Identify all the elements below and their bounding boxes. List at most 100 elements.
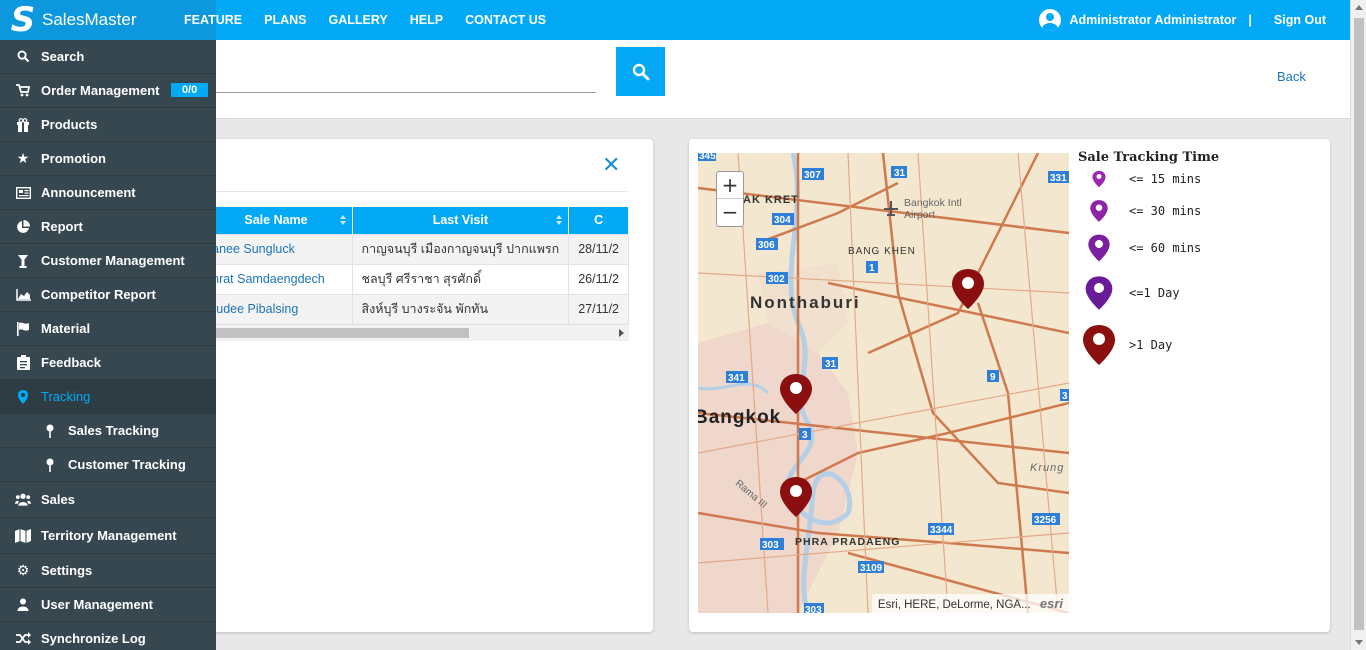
sale-name-cell[interactable]: rnrudee Pibalsing: [200, 293, 353, 325]
search-bar-area: Back: [216, 40, 1350, 119]
zoom-out-button[interactable]: −: [717, 199, 743, 226]
sidebar-item-sales[interactable]: Sales: [0, 482, 216, 518]
column-last-visit[interactable]: Last Visit: [352, 207, 570, 234]
sidebar-item-report[interactable]: Report: [0, 210, 216, 244]
scroll-up-arrow-icon[interactable]: [1355, 5, 1363, 10]
c-cell: 27/11/2: [568, 293, 629, 325]
c-cell: 26/11/2: [568, 263, 629, 295]
scrollbar-thumb[interactable]: [216, 328, 469, 338]
map-pin-icon: [1083, 325, 1115, 365]
scroll-right-arrow-icon[interactable]: [619, 329, 624, 337]
nav-gallery[interactable]: GALLERY: [328, 13, 387, 27]
legend-item: <= 60 mins: [1079, 233, 1201, 263]
user-avatar-icon: [1038, 9, 1061, 31]
gift-icon: [15, 117, 31, 133]
map-label-krung: Krung: [1030, 462, 1065, 474]
map-pin-icon: [1092, 170, 1106, 188]
scroll-down-arrow-icon[interactable]: [1355, 640, 1363, 645]
table-row[interactable]: pranee Sungluck กาญจนบุรี เมืองกาญจนบุรี…: [200, 233, 629, 265]
nav-plans[interactable]: PLANS: [264, 13, 306, 27]
scrollbar-thumb[interactable]: [1354, 18, 1364, 630]
sidebar-item-competitor-report[interactable]: Competitor Report: [0, 278, 216, 312]
svg-text:3109: 3109: [860, 563, 883, 574]
nav-contact-us[interactable]: CONTACT US: [465, 13, 546, 27]
close-icon[interactable]: ✕: [602, 153, 620, 178]
sidebar: Search Order Management 0/0 Products ★ P…: [0, 40, 216, 650]
sidebar-item-customer-management[interactable]: Customer Management: [0, 244, 216, 278]
sidebar-item-territory-management[interactable]: Territory Management: [0, 518, 216, 554]
zoom-in-button[interactable]: +: [717, 172, 743, 199]
sidebar-item-synchronize-log[interactable]: Synchronize Log: [0, 622, 216, 650]
back-link[interactable]: Back: [1277, 69, 1306, 84]
pin-icon: [42, 423, 58, 439]
column-sale-name[interactable]: Sale Name: [200, 207, 353, 234]
sidebar-item-user-management[interactable]: User Management: [0, 588, 216, 622]
sidebar-item-promotion[interactable]: ★ Promotion: [0, 142, 216, 176]
svg-text:307: 307: [804, 170, 821, 181]
nav-help[interactable]: HELP: [410, 13, 443, 27]
svg-text:9: 9: [990, 372, 996, 383]
nav-feature[interactable]: FEATURE: [184, 13, 242, 27]
sidebar-item-order-management[interactable]: Order Management 0/0: [0, 74, 216, 108]
sidebar-item-feedback[interactable]: Feedback: [0, 346, 216, 380]
divider: [216, 191, 627, 192]
sidebar-item-label: Competitor Report: [41, 287, 156, 302]
svg-text:306: 306: [758, 240, 775, 251]
svg-text:304: 304: [774, 215, 791, 226]
brand-name: SalesMaster: [42, 10, 137, 29]
clipboard-icon: [15, 355, 31, 371]
map-label-bangkok: Bangkok: [698, 407, 782, 428]
svg-text:302: 302: [768, 274, 785, 285]
user-icon: [15, 597, 31, 613]
sidebar-item-search[interactable]: Search: [0, 40, 216, 74]
sidebar-item-label: Sales Tracking: [68, 423, 160, 438]
tracking-map[interactable]: 345 307 31 331 304 306 1 302 31 9 341 3 …: [698, 153, 1069, 613]
last-visit-cell: กาญจนบุรี เมืองกาญจนบุรี ปากแพรก: [351, 233, 570, 265]
sidebar-item-label: Report: [41, 219, 83, 234]
sidebar-item-customer-tracking[interactable]: Customer Tracking: [0, 448, 216, 482]
map-label-bang-khen: BANG KHEN: [848, 246, 916, 257]
map-marker-day[interactable]: [778, 475, 814, 519]
sidebar-item-label: Feedback: [41, 355, 101, 370]
sort-icon[interactable]: [339, 215, 346, 225]
sale-name-cell[interactable]: ranrat Samdaengdech: [200, 263, 353, 295]
sidebar-item-label: Tracking: [41, 389, 91, 404]
legend-item: <= 15 mins: [1079, 170, 1201, 188]
last-visit-cell: ชลบุรี ศรีราชา สุรศักดิ์: [351, 263, 570, 295]
horizontal-scrollbar[interactable]: [216, 325, 629, 341]
map-icon: [15, 528, 31, 544]
sale-name-cell[interactable]: pranee Sungluck: [200, 233, 353, 265]
page-scrollbar[interactable]: [1350, 0, 1366, 650]
sidebar-item-label: Announcement: [41, 185, 136, 200]
attribution-text[interactable]: Esri, HERE, DeLorme, NGA...: [878, 599, 1031, 611]
map-label-ak-kret: AK KRET: [743, 194, 799, 206]
sidebar-item-announcement[interactable]: Announcement: [0, 176, 216, 210]
sales-table-wrapper: Sale Name Last Visit C pranee Sungluck ก…: [200, 207, 629, 342]
sort-icon[interactable]: [556, 215, 563, 225]
table-row[interactable]: rnrudee Pibalsing สิงห์บุรี บางระจัน พัก…: [200, 293, 629, 325]
legend-label: <= 30 mins: [1129, 204, 1202, 218]
svg-text:3344: 3344: [930, 525, 953, 536]
user-name[interactable]: Administrator Administrator: [1070, 13, 1237, 27]
sidebar-item-settings[interactable]: ⚙ Settings: [0, 554, 216, 588]
legend-label: <=1 Day: [1129, 286, 1180, 300]
sidebar-item-material[interactable]: Material: [0, 312, 216, 346]
table-row[interactable]: ranrat Samdaengdech ชลบุรี ศรีราชา สุรศั…: [200, 263, 629, 295]
c-cell: 28/11/2: [568, 233, 629, 265]
column-c[interactable]: C: [568, 207, 629, 234]
sidebar-item-products[interactable]: Products: [0, 108, 216, 142]
search-icon: [15, 49, 31, 65]
search-button[interactable]: [616, 47, 665, 96]
sidebar-item-sales-tracking[interactable]: Sales Tracking: [0, 414, 216, 448]
sign-out-link[interactable]: Sign Out: [1274, 13, 1326, 27]
order-count-badge: 0/0: [171, 83, 209, 97]
customer-icon: [15, 253, 31, 269]
sidebar-item-tracking[interactable]: Tracking: [0, 380, 216, 414]
sidebar-item-label: Order Management: [41, 83, 160, 98]
svg-text:31: 31: [894, 168, 906, 179]
sidebar-item-label: Settings: [41, 563, 93, 578]
esri-logo: esri: [1039, 596, 1063, 611]
map-marker-day[interactable]: [778, 372, 814, 416]
map-marker-day[interactable]: [950, 267, 986, 311]
search-input[interactable]: [216, 92, 596, 93]
